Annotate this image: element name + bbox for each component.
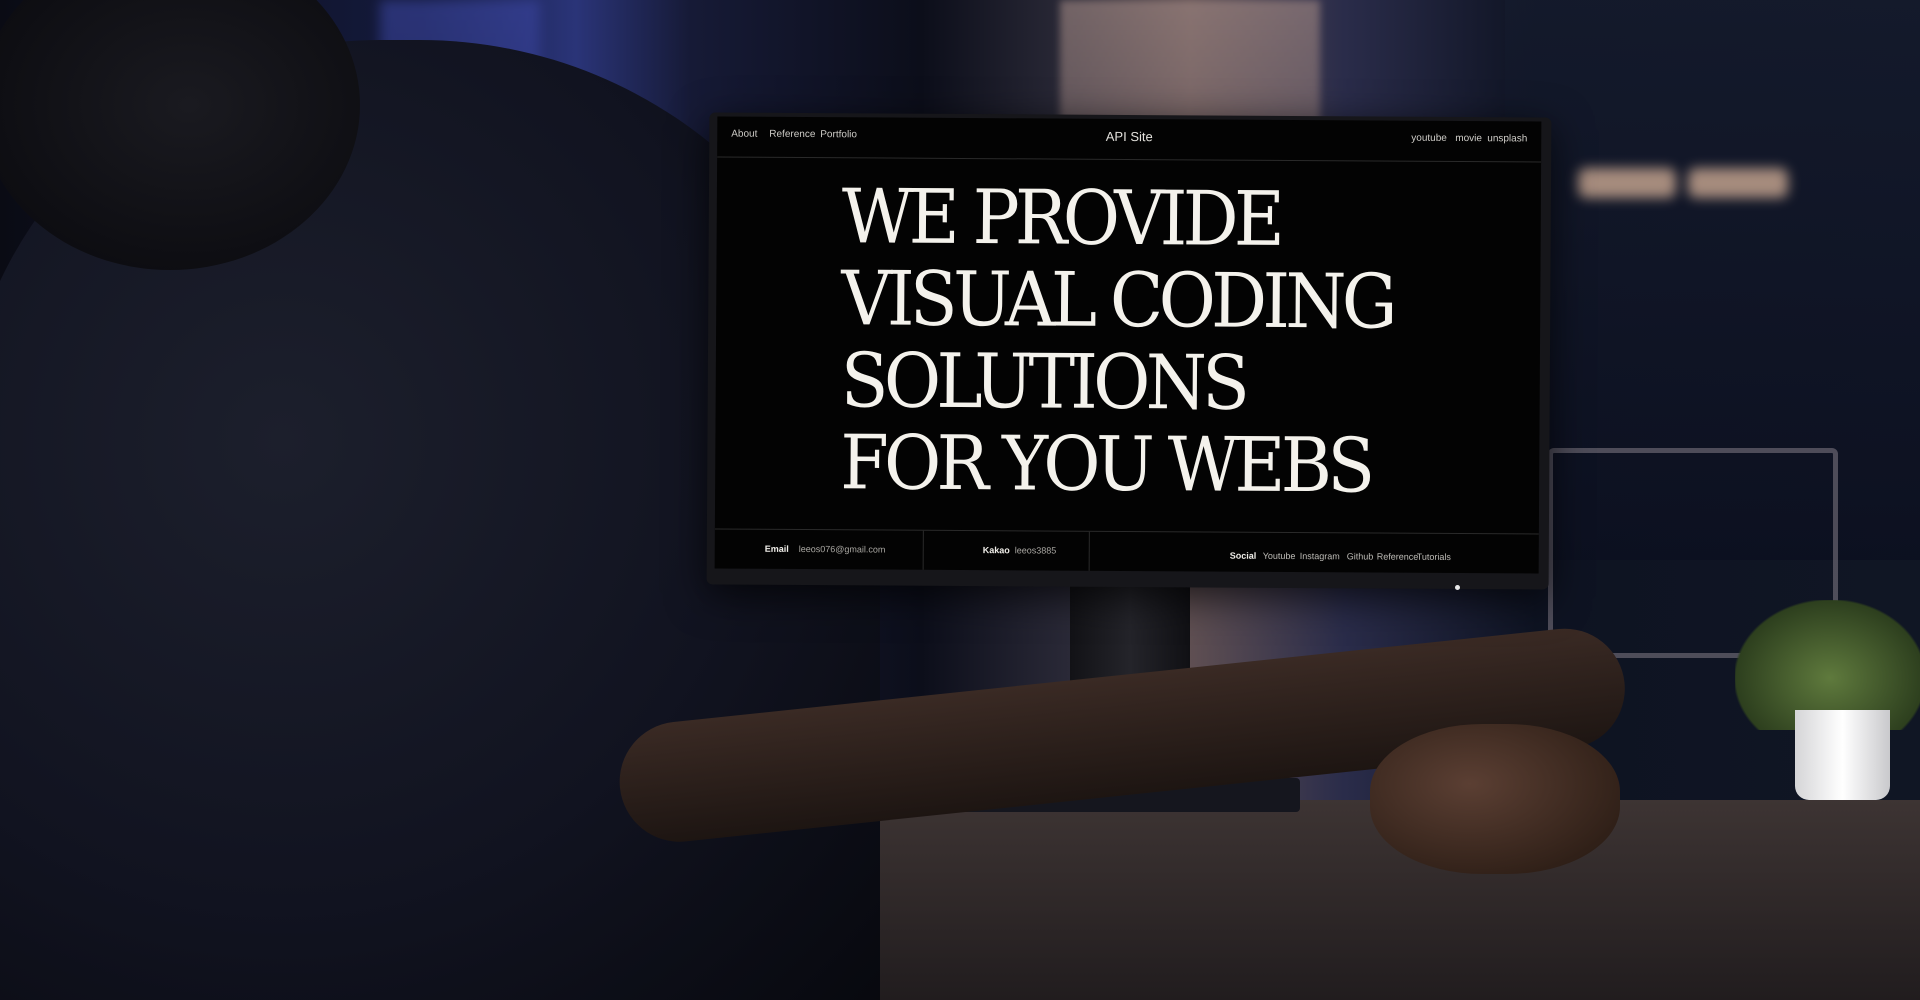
hero-line: WE PROVIDE: [841, 172, 1281, 263]
nav-link-youtube[interactable]: youtube: [1411, 133, 1447, 144]
hero-line: FOR YOU WEBS: [840, 418, 1371, 510]
kakao-id[interactable]: leeos3885: [1015, 545, 1057, 555]
hero-line: VISUAL CODING: [841, 254, 1394, 346]
hero-heading: WE PROVIDE VISUAL CODING SOLUTIONS FOR Y…: [840, 172, 1394, 510]
hero-line: SOLUTIONS: [840, 336, 1246, 427]
email-label: Email: [764, 543, 789, 554]
social-link-youtube[interactable]: Youtube: [1263, 551, 1296, 561]
email-link[interactable]: leeos076@gmail.com: [799, 544, 886, 555]
social-label: Social: [1229, 550, 1257, 561]
kakao-label: Kakao: [982, 545, 1010, 556]
social-link-reference[interactable]: Reference: [1377, 552, 1419, 562]
footer-divider: [1088, 531, 1090, 572]
nav-link-unsplash[interactable]: unsplash: [1487, 133, 1527, 144]
site-footer: Email leeos076@gmail.com Kakao leeos3885…: [714, 528, 1539, 574]
ceiling-light: [1688, 168, 1788, 198]
social-link-instagram[interactable]: Instagram: [1300, 551, 1340, 561]
footer-divider: [922, 530, 924, 571]
hand-on-mouse: [1370, 724, 1620, 874]
office-photo-scene: About Reference Portfolio API Site youtu…: [0, 0, 1920, 1000]
ceiling-light: [1578, 168, 1676, 198]
plant-pot: [1795, 710, 1890, 800]
monitor-screen: About Reference Portfolio API Site youtu…: [714, 116, 1542, 574]
power-led-icon: [1455, 585, 1460, 590]
site-header: About Reference Portfolio API Site youtu…: [717, 116, 1542, 163]
social-link-tutorials[interactable]: Tutorials: [1417, 552, 1451, 562]
nav-link-movie[interactable]: movie: [1455, 133, 1482, 144]
social-link-github[interactable]: Github: [1347, 551, 1374, 561]
